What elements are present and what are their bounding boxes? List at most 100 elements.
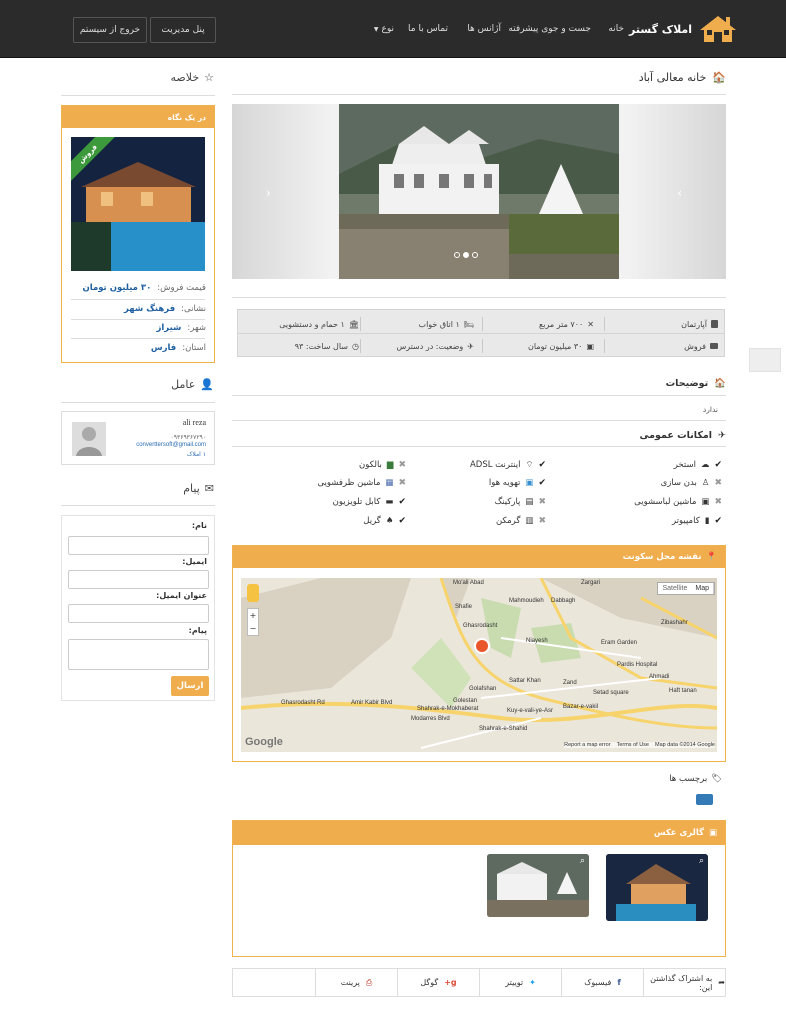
- chevron-left-icon[interactable]: ‹: [266, 186, 271, 200]
- map-type-map[interactable]: Map: [691, 583, 714, 594]
- tv-icon: ▬: [385, 497, 394, 507]
- summary-address: نشانی: فرهنگ شهر: [124, 304, 206, 314]
- heater-icon: ▥: [525, 516, 534, 526]
- map-type-control[interactable]: Map Satellite: [657, 582, 715, 595]
- feature-item: ✖ ▤ پارکینگ: [494, 497, 546, 507]
- map-label: Golafshan: [469, 686, 497, 692]
- report-map-error-link[interactable]: Report a map error: [564, 742, 610, 748]
- star-icon: ☆: [204, 71, 214, 84]
- divider: [232, 446, 726, 447]
- info-deal: فروش: [684, 337, 718, 355]
- send-button[interactable]: ارسال: [171, 676, 209, 696]
- summary-image[interactable]: فروش: [71, 137, 205, 271]
- cross-icon: ✖: [538, 516, 546, 526]
- clock-icon: ◷: [352, 341, 359, 351]
- divider: [71, 319, 205, 320]
- admin-panel-button[interactable]: پنل مدیریت: [150, 17, 216, 43]
- check-icon: ✔: [398, 497, 406, 507]
- user-icon: 👤: [200, 378, 214, 391]
- wifi-icon: ⌔: [525, 460, 534, 470]
- info-bedrooms: 🛏 ۱ اتاق خواب: [418, 319, 474, 329]
- email-input[interactable]: [68, 570, 209, 589]
- search-icon[interactable]: ⌕: [699, 856, 704, 866]
- price-icon: ▣: [586, 341, 594, 351]
- share-google[interactable]: g+ گوگل: [397, 969, 479, 996]
- divider: [232, 420, 726, 421]
- rocket-icon: ✈: [467, 341, 474, 351]
- image-slider[interactable]: ‹ ›: [232, 104, 726, 279]
- feature-item: ✖ ▥ گرمکن: [495, 516, 546, 526]
- slider-dot[interactable]: [472, 252, 478, 258]
- avatar: [72, 422, 106, 456]
- pool-icon: ☁: [700, 460, 710, 470]
- nav-type-dropdown[interactable]: نوع ▼: [374, 24, 394, 34]
- agent-phone: ۰۹۳۶۹۳۶۷۲۹۰: [170, 434, 206, 441]
- search-icon[interactable]: ⌕: [580, 856, 585, 866]
- nav-agencies[interactable]: آژانس ها: [467, 24, 501, 34]
- page-title: 🏠 خانه معالی آباد: [639, 71, 726, 84]
- agent-listings[interactable]: ۱ املاک: [187, 451, 206, 458]
- cross-icon: ✖: [714, 497, 722, 507]
- agent-card: ali reza ۰۹۳۶۹۳۶۷۲۹۰ converttersoft@gmai…: [61, 411, 215, 465]
- share-twitter[interactable]: ✦ توییتر: [479, 969, 561, 996]
- cross-icon: ✖: [398, 478, 406, 488]
- description-heading: 🏠 توضیحات: [665, 378, 726, 389]
- gallery-thumb-2[interactable]: ⌕: [487, 854, 589, 917]
- map-label: Sattar Khan: [509, 678, 541, 684]
- pegman-icon[interactable]: [247, 584, 259, 602]
- nav-type-label: نوع: [381, 24, 394, 34]
- share-bar: ➦ به اشتراک گذاشتن این: f فیسبوک ✦ توییتر g…: [232, 968, 726, 997]
- image-icon: ▣: [708, 828, 717, 838]
- map-panel: 📍 نقشه محل سکونت + − Map Satellite Mo'ali: [232, 545, 726, 762]
- fitness-icon: ♙: [701, 478, 710, 488]
- share-facebook[interactable]: f فیسبوک: [561, 969, 643, 996]
- agent-email[interactable]: converttersoft@gmail.com: [136, 442, 206, 448]
- map-label: Pardis Hospital: [617, 662, 658, 668]
- message-form: نام: ایمیل: عنوان ایمیل: پیام: ارسال: [61, 515, 215, 701]
- share-print[interactable]: ⎙ پرینت: [315, 969, 397, 996]
- scroll-top-button[interactable]: [749, 348, 781, 372]
- chevron-right-icon[interactable]: ›: [677, 186, 682, 200]
- google-plus-icon: g+: [444, 978, 457, 987]
- logout-button[interactable]: خروج از سیستم: [73, 17, 147, 43]
- name-input[interactable]: [68, 536, 209, 555]
- feature-item: ✖ ▣ ماشین لباسشویی: [634, 497, 722, 507]
- home-icon: 🏠: [712, 71, 726, 84]
- terms-of-use-link[interactable]: Terms of Use: [617, 742, 649, 748]
- cross-icon: ✖: [714, 478, 722, 488]
- message-label: پیام:: [188, 626, 207, 635]
- slide-image: [339, 104, 619, 279]
- separator: [604, 339, 605, 353]
- dishwasher-icon: ▦: [385, 478, 394, 488]
- envelope-icon: ✉: [204, 482, 214, 495]
- zoom-out-icon: −: [249, 624, 257, 633]
- facebook-icon: f: [617, 978, 621, 987]
- tag-badge[interactable]: [696, 794, 713, 805]
- map-canvas[interactable]: + − Map Satellite Mo'ali Abad Ghasrodasht…: [241, 578, 717, 752]
- info-price: ▣ ۳۰ میلیون تومان: [528, 341, 594, 351]
- email-title-label: عنوان ایمیل:: [156, 591, 207, 600]
- divider: [61, 402, 215, 403]
- nav-advanced-search[interactable]: جست و جوی پیشرفته: [508, 24, 591, 34]
- zoom-controls[interactable]: + −: [247, 608, 259, 636]
- parking-icon: ▤: [525, 497, 534, 507]
- caret-down-icon: ▼: [373, 26, 379, 33]
- map-label: Ghasrodasht: [463, 623, 498, 629]
- slider-dot[interactable]: [454, 252, 460, 258]
- twitter-icon: ✦: [529, 978, 536, 987]
- message-textarea[interactable]: [68, 639, 209, 670]
- agent-heading: 👤 عامل: [171, 378, 214, 391]
- nav-contact[interactable]: تماس با ما: [408, 24, 448, 34]
- email-title-input[interactable]: [68, 604, 209, 623]
- map-type-satellite[interactable]: Satellite: [658, 583, 691, 594]
- slider-dot-active[interactable]: [463, 252, 469, 258]
- cross-icon: ✖: [398, 460, 406, 470]
- aircon-icon: ▣: [525, 478, 534, 488]
- gallery-panel: ▣ گالری عکس ⌕ ⌕: [232, 820, 726, 957]
- gallery-thumb-1[interactable]: ⌕: [606, 854, 708, 921]
- map-label: Zand: [563, 680, 577, 686]
- nav-home[interactable]: خانه: [608, 24, 624, 34]
- map-pin-icon[interactable]: [474, 638, 490, 654]
- summary-card-header: در یک نگاه: [62, 106, 214, 128]
- site-logo[interactable]: املاک گستر: [629, 12, 738, 46]
